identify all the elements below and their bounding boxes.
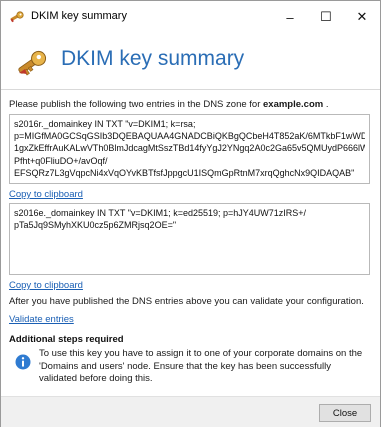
instructions-prefix: Please publish the following two entries… <box>9 99 263 110</box>
dns-entry-line: s2016e._domainkey IN TXT "v=DKIM1; k=ed2… <box>14 208 307 218</box>
maximize-button[interactable]: ☐ <box>309 1 343 33</box>
close-window-button[interactable]: ✕ <box>345 1 379 33</box>
copy-ed25519-link[interactable]: Copy to clipboard <box>9 280 83 291</box>
dns-entry-line: Pfht+q0FliuDO+/avOqf/ <box>14 155 108 166</box>
dialog-header: DKIM key summary <box>1 33 380 89</box>
copy-rsa-link[interactable]: Copy to clipboard <box>9 189 83 200</box>
title-bar[interactable]: DKIM key summary – ☐ ✕ <box>1 1 380 33</box>
validate-entries-link[interactable]: Validate entries <box>9 314 74 325</box>
dns-entry-line: EFSQRz7L3gVqpcNi4xVqOYvKBTfsfJppgcU1ISQm… <box>14 167 355 178</box>
rsa-dns-entry[interactable]: s2016r._domainkey IN TXT "v=DKIM1; k=rsa… <box>9 114 370 184</box>
dialog-footer: Close <box>1 396 380 427</box>
dkim-summary-dialog: DKIM key summary – ☐ ✕ DKIM key summary … <box>0 0 381 427</box>
additional-steps-text: To use this key you have to assign it to… <box>39 348 363 384</box>
dns-entry-line: pTa5Jq9SMyhXKU0cz5p6ZMRjsq2OE=" <box>14 220 177 231</box>
additional-steps-title: Additional steps required <box>9 334 124 345</box>
key-icon <box>9 10 25 24</box>
instructions-text: Please publish the following two entries… <box>9 99 328 110</box>
instructions-suffix: . <box>323 99 329 110</box>
dialog-content: Please publish the following two entries… <box>1 89 380 397</box>
close-button[interactable]: Close <box>319 404 371 422</box>
domain-name: example.com <box>263 99 324 110</box>
dns-entry-line: s2016r._domainkey IN TXT "v=DKIM1; k=rsa… <box>14 119 196 129</box>
dns-entry-line: 1gxZkEffrAuKALwVTh0BlmJdcagMtSszTBd14fyY… <box>14 143 365 154</box>
after-publish-text: After you have published the DNS entries… <box>9 296 364 307</box>
ed25519-dns-entry[interactable]: s2016e._domainkey IN TXT "v=DKIM1; k=ed2… <box>9 203 370 275</box>
minimize-button[interactable]: – <box>273 1 307 33</box>
key-icon <box>15 47 49 79</box>
window-title: DKIM key summary <box>31 10 127 22</box>
info-icon <box>15 354 31 370</box>
dns-entry-line: p=MIGfMA0GCSqGSIb3DQEBAQUAA4GNADCBiQKBgQ… <box>14 131 365 142</box>
page-title: DKIM key summary <box>61 47 245 70</box>
